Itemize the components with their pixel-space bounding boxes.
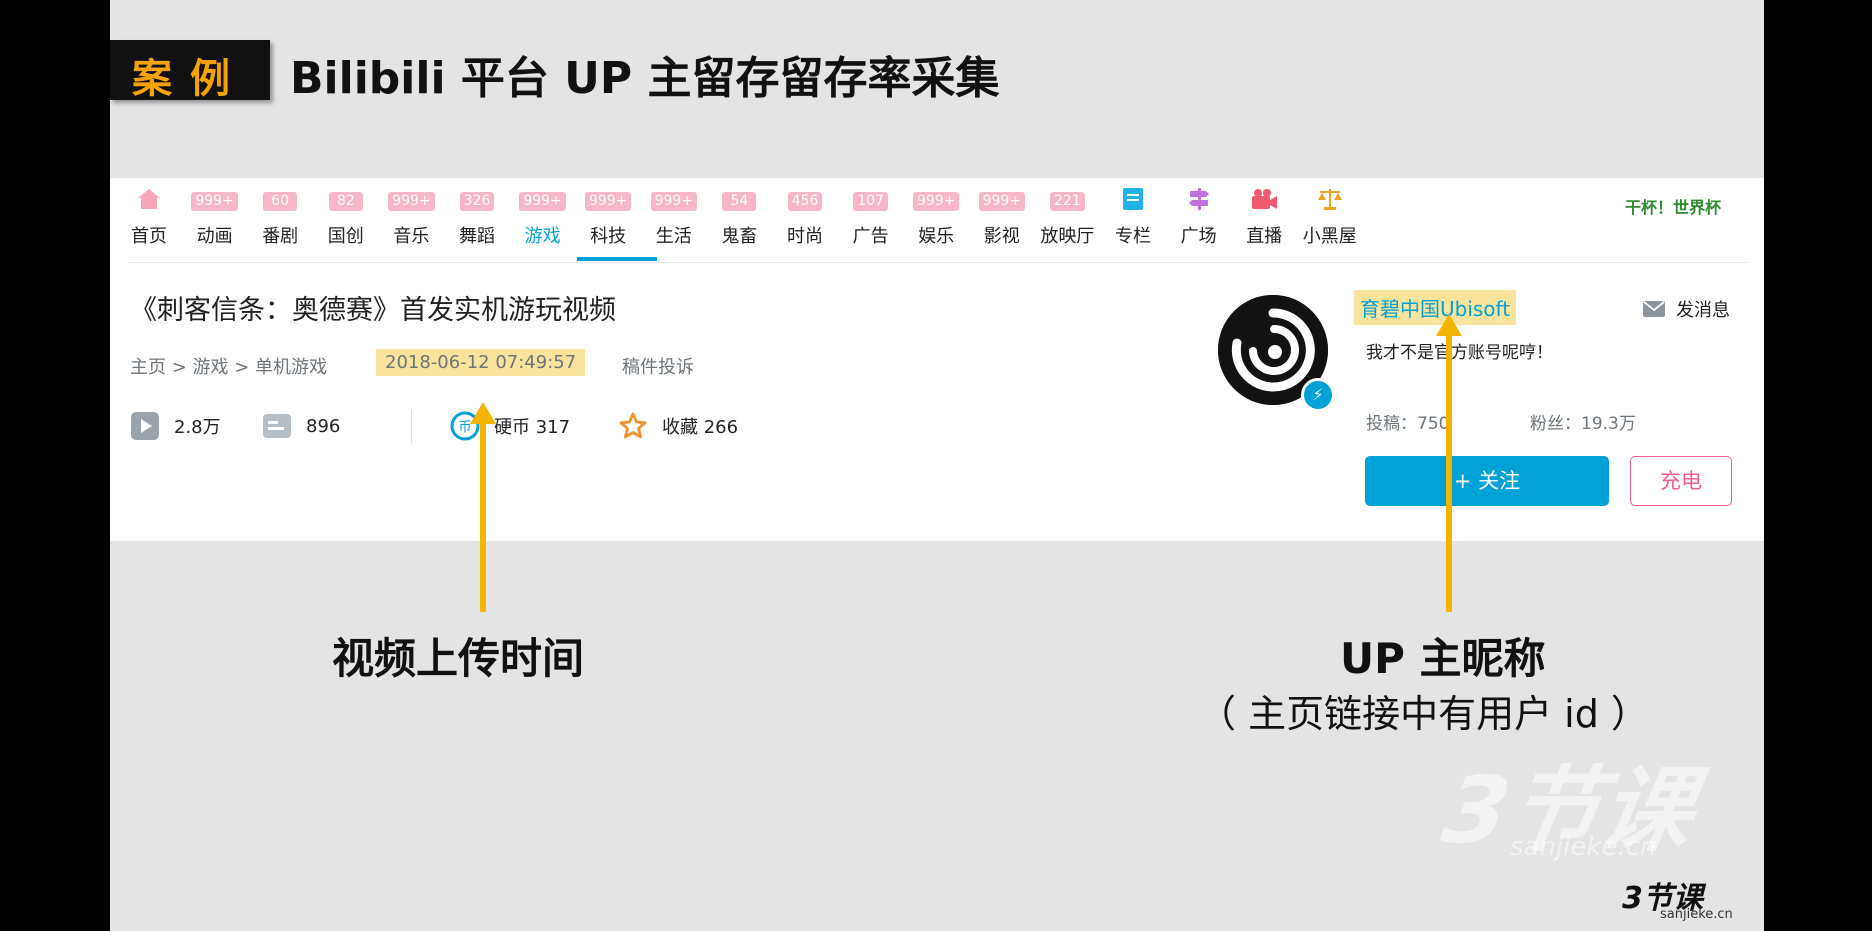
watermark-url: sanjieke.cn <box>1510 832 1657 862</box>
arrow-to-uploader-name <box>1436 314 1462 612</box>
arrow-to-publish-time <box>470 402 496 612</box>
uploader-name-annotation: UP 主昵称 <box>1340 634 1546 683</box>
corner-logo-url: sanjieke.cn <box>1660 907 1733 922</box>
slide: 案例 Bilibili 平台 UP 主留存留存率采集 干杯！世界杯 首页 999+… <box>110 0 1764 931</box>
upload-time-annotation: 视频上传时间 <box>332 634 585 683</box>
uploader-id-note: （ 主页链接中有用户 id ） <box>1198 692 1649 736</box>
